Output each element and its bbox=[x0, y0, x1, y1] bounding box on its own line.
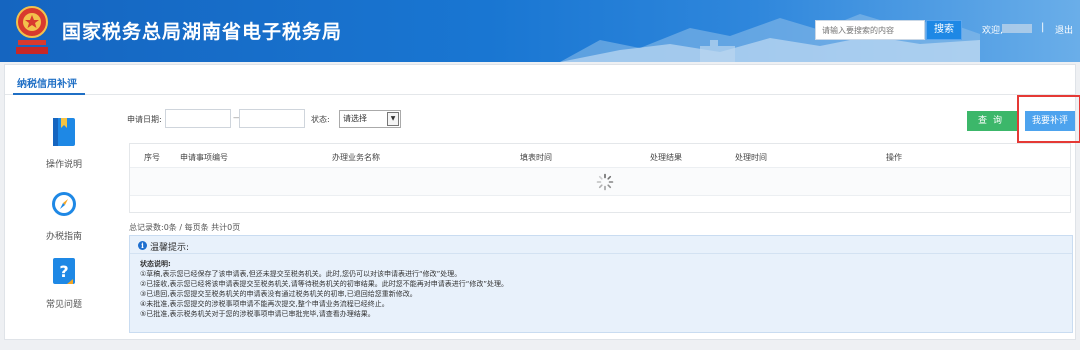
notice-line: ①草稿,表示您已经保存了该申请表,但还未提交至税务机关。此时,您仍可以对该申请表… bbox=[140, 270, 462, 278]
search-button[interactable]: 搜索 bbox=[926, 20, 962, 40]
status-select[interactable]: 请选择 ▼ bbox=[339, 110, 401, 128]
column-header: 序号 bbox=[144, 153, 160, 162]
main-panel: 纳税信用补评 操作说明 办税指南 ? 常见问题 申请日期: — 状态: 请选择 … bbox=[4, 64, 1080, 340]
book-icon bbox=[53, 118, 75, 146]
sidebar-item-label: 办税指南 bbox=[45, 232, 82, 242]
active-tab-indicator bbox=[13, 93, 85, 95]
status-select-value: 请选择 bbox=[343, 114, 367, 123]
column-header: 处理时间 bbox=[735, 153, 767, 162]
pagination-summary: 总记录数:0条 / 每页条 共计0页 bbox=[129, 223, 241, 232]
info-icon: i bbox=[138, 241, 147, 250]
notice-subtitle: 状态说明: bbox=[140, 260, 171, 268]
status-label: 状态: bbox=[311, 115, 330, 124]
date-to-input[interactable] bbox=[239, 109, 305, 128]
header-separator: | bbox=[1041, 22, 1045, 33]
date-label: 申请日期: bbox=[127, 115, 162, 124]
records-table: 序号 申请事项编号 办理业务名称 填表时间 处理结果 处理时间 操作 bbox=[129, 143, 1071, 213]
sidebar-item-label: 操作说明 bbox=[45, 160, 82, 170]
table-header: 序号 申请事项编号 办理业务名称 填表时间 处理结果 处理时间 操作 bbox=[130, 144, 1070, 168]
column-header: 操作 bbox=[886, 153, 902, 162]
column-header: 申请事项编号 bbox=[180, 153, 228, 162]
date-from-input[interactable] bbox=[165, 109, 231, 128]
tab-bar: 纳税信用补评 bbox=[5, 65, 1075, 95]
svg-text:?: ? bbox=[59, 262, 68, 281]
column-header: 处理结果 bbox=[650, 153, 682, 162]
notice-line: ③已退回,表示您提交至税务机关的申请表没有通过税务机关的初审,已退回给您重新修改… bbox=[140, 290, 417, 298]
question-icon: ? bbox=[53, 258, 75, 284]
logout-link[interactable]: 退出 bbox=[1055, 23, 1073, 36]
notice-line: ②已接收,表示您已经将该申请表提交至税务机关,请等待税务机关的初审结果。此时您不… bbox=[140, 280, 508, 288]
site-title: 国家税务总局湖南省电子税务局 bbox=[62, 21, 343, 43]
sidebar-item-tax-guide[interactable]: 办税指南 bbox=[29, 189, 99, 242]
search-input[interactable] bbox=[815, 20, 925, 40]
sidebar-item-faq[interactable]: ? 常见问题 bbox=[29, 257, 99, 310]
notice-header: i 温馨提示: bbox=[130, 236, 1072, 254]
national-emblem-logo bbox=[16, 6, 48, 54]
username-masked bbox=[1002, 24, 1032, 33]
loading-spinner-icon bbox=[596, 173, 614, 191]
top-header: 国家税务总局湖南省电子税务局 搜索 欢迎, | 退出 bbox=[0, 0, 1080, 62]
sidebar-item-label: 常见问题 bbox=[45, 300, 82, 310]
notice-title: 温馨提示: bbox=[150, 243, 190, 253]
sidebar-item-instructions[interactable]: 操作说明 bbox=[29, 117, 99, 170]
column-header: 填表时间 bbox=[520, 153, 552, 162]
notice-box: i 温馨提示: 状态说明: ①草稿,表示您已经保存了该申请表,但还未提交至税务机… bbox=[129, 235, 1073, 333]
notice-body: 状态说明: ①草稿,表示您已经保存了该申请表,但还未提交至税务机关。此时,您仍可… bbox=[140, 259, 508, 319]
notice-line: ④未批准,表示您提交的涉税事项申请不能再次提交,整个申请业务流程已经终止。 bbox=[140, 300, 389, 308]
highlight-box bbox=[1017, 95, 1080, 143]
tab-credit-re-evaluation[interactable]: 纳税信用补评 bbox=[17, 75, 77, 90]
notice-line: ⑤已批准,表示税务机关对于您的涉税事项申请已审批完毕,请查看办理结果。 bbox=[140, 310, 375, 318]
chevron-down-icon: ▼ bbox=[387, 112, 399, 126]
query-button[interactable]: 查询 bbox=[967, 111, 1019, 131]
column-header: 办理业务名称 bbox=[332, 153, 380, 162]
compass-icon bbox=[52, 192, 76, 216]
welcome-text: 欢迎, bbox=[982, 26, 1003, 36]
table-body bbox=[130, 168, 1070, 196]
